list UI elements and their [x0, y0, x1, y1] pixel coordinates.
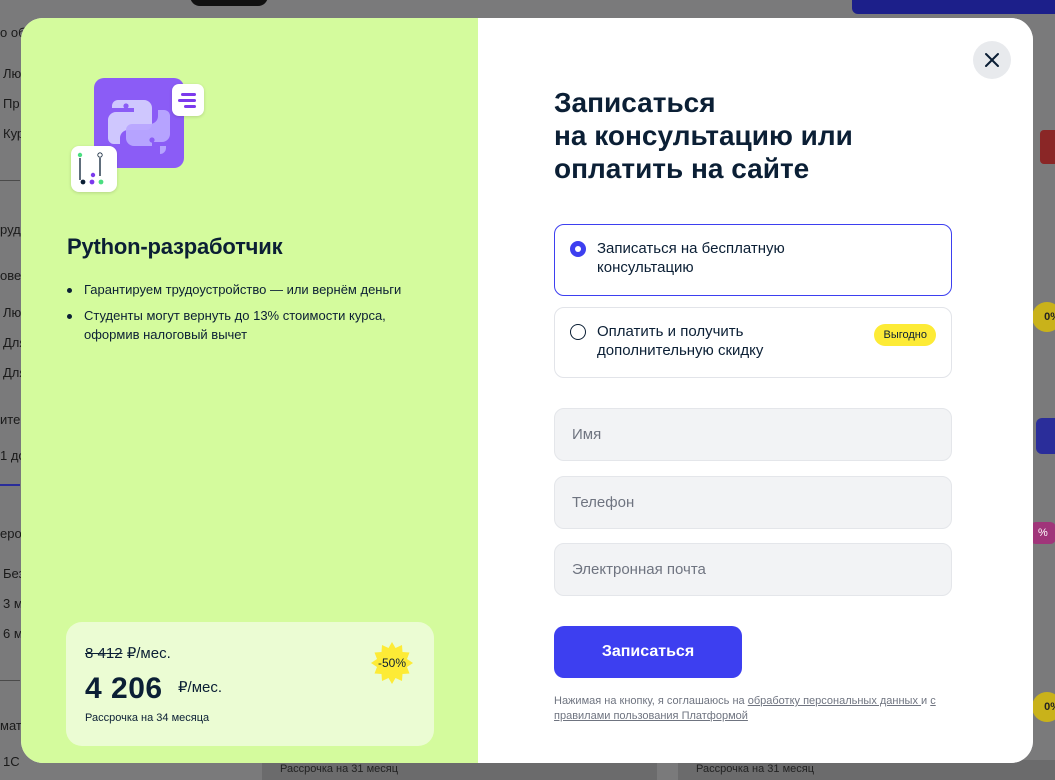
- course-benefits-list: Гарантируем трудоустройство — или вернём…: [67, 280, 437, 351]
- option-pay-with-discount[interactable]: Оплатить и получить дополнительную скидк…: [554, 307, 952, 378]
- bg-slider: [0, 484, 20, 486]
- bg-text: еро: [0, 526, 22, 541]
- submit-button[interactable]: Записаться: [554, 626, 742, 678]
- option-label: Записаться на бесплатную консультацию: [597, 240, 785, 276]
- benefit-item: Студенты могут вернуть до 13% стоимости …: [67, 306, 437, 344]
- radio-unselected[interactable]: [570, 324, 586, 340]
- email-field[interactable]: [554, 543, 952, 596]
- bg-text: ите: [0, 412, 21, 427]
- bg-card-footer: Рассрочка на 31 месяц: [262, 760, 657, 780]
- form-panel: Записаться на консультацию или оплатить …: [478, 18, 1033, 763]
- bg-divider: [0, 680, 20, 681]
- personal-data-link[interactable]: обработку персональных данных: [748, 695, 921, 707]
- bg-discount-badge: 0%: [1032, 692, 1055, 722]
- old-price-unit: ₽/мес.: [126, 645, 171, 662]
- bg-top-pill: [190, 0, 268, 6]
- name-field[interactable]: [554, 408, 952, 461]
- bg-blue-button: [1036, 418, 1055, 454]
- phone-field[interactable]: [554, 476, 952, 529]
- git-branch-icon: [71, 146, 117, 192]
- radio-selected[interactable]: [570, 241, 586, 257]
- course-title: Python-разработчик: [67, 234, 283, 259]
- form-title-line: Записаться: [554, 87, 716, 118]
- python-logo-icon: [71, 76, 206, 196]
- bg-text: Лю: [3, 305, 22, 320]
- bg-pink-badge: %: [1030, 522, 1055, 544]
- consent-prefix: Нажимая на кнопку, я соглашаюсь на: [554, 695, 748, 707]
- consent-text: Нажимая на кнопку, я соглашаюсь на обраб…: [554, 694, 954, 724]
- profit-badge: Выгодно: [874, 324, 936, 346]
- old-price-value: 8 412: [85, 645, 123, 662]
- old-price: 8 412 ₽/мес.: [85, 644, 171, 662]
- bg-text: Пр: [3, 96, 20, 111]
- option-label: Оплатить и получить дополнительную скидк…: [597, 323, 764, 359]
- new-price-unit: ₽/мес.: [178, 679, 223, 696]
- course-panel: Python-разработчик Гарантируем трудоустр…: [21, 18, 478, 763]
- bg-card-footer: Рассрочка на 31 месяц: [678, 760, 1055, 780]
- bg-discount-badge: 0%: [1032, 302, 1055, 332]
- close-button[interactable]: [973, 41, 1011, 79]
- bg-top-button: [852, 0, 1055, 14]
- bg-text: 3 м: [3, 596, 23, 611]
- discount-badge-label: -50%: [377, 656, 406, 670]
- form-title-line: на консультацию или: [554, 120, 853, 151]
- new-price-value: 4 206: [85, 672, 163, 705]
- close-icon: [985, 53, 999, 67]
- bg-red-tag: [1040, 130, 1055, 164]
- menu-lines-icon: [172, 84, 204, 116]
- form-title-line: оплатить на сайте: [554, 153, 810, 184]
- discount-badge: -50%: [371, 642, 413, 684]
- form-title: Записаться на консультацию или оплатить …: [554, 86, 914, 185]
- consent-middle: и: [921, 695, 931, 707]
- bg-text: 1С: [3, 754, 20, 769]
- option-free-consultation[interactable]: Записаться на бесплатную консультацию: [554, 224, 952, 296]
- bg-divider: [0, 180, 20, 181]
- bg-text: руд: [0, 222, 21, 237]
- bg-text: 6 м: [3, 626, 23, 641]
- benefit-item: Гарантируем трудоустройство — или вернём…: [67, 280, 437, 299]
- price-card: 8 412 ₽/мес. 4 206 ₽/мес. Рассрочка на 3…: [66, 622, 434, 746]
- bg-text: Лю: [3, 66, 22, 81]
- installment-text: Рассрочка на 34 месяца: [85, 712, 210, 724]
- signup-modal: Python-разработчик Гарантируем трудоустр…: [21, 18, 1033, 763]
